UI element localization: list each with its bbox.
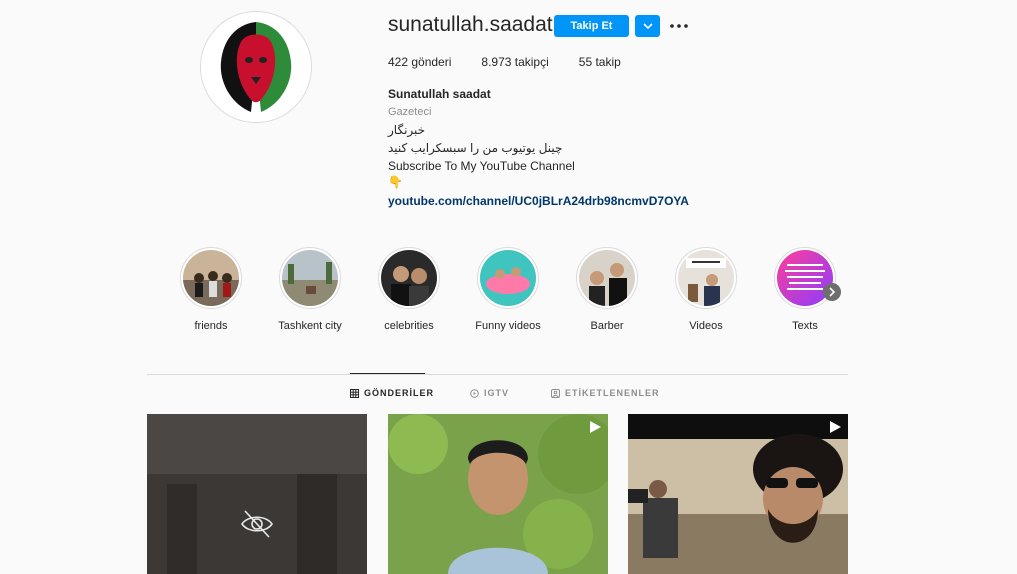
highlight-label: Tashkent city xyxy=(278,320,342,332)
profile-link[interactable]: youtube.com/channel/UC0jBLrA24drb98ncmvD… xyxy=(388,194,689,208)
profile-category: Gazeteci xyxy=(388,106,432,118)
tab-posts[interactable]: GÖNDERİLER xyxy=(350,388,434,398)
posts-count: 422 gönderi xyxy=(388,55,452,69)
highlights-next-button[interactable] xyxy=(823,283,841,301)
post-thumbnail xyxy=(388,414,608,574)
tagged-person-icon xyxy=(551,388,560,398)
highlight-label: Funny videos xyxy=(475,320,541,332)
bio-line-1: خبرنگار xyxy=(388,123,426,137)
grid-icon xyxy=(350,388,359,398)
profile-full-name: Sunatullah saadat xyxy=(388,87,491,101)
more-dots-icon xyxy=(670,24,688,28)
highlight-thumbnail xyxy=(282,250,338,306)
bio-line-2: چینل یوتیوب من را سبسکرایب کنید xyxy=(388,141,563,155)
highlight-label: Texts xyxy=(792,320,818,332)
highlight-label: Videos xyxy=(689,320,723,332)
post-thumbnail xyxy=(628,414,848,574)
tabs-divider xyxy=(147,374,848,375)
highlight-thumbnail xyxy=(381,250,437,306)
highlight-barber[interactable]: Barber xyxy=(562,247,652,332)
highlight-thumbnail xyxy=(480,250,536,306)
bio-line-4: 👇 xyxy=(388,175,403,189)
play-icon xyxy=(830,421,841,433)
tab-tagged-label: ETİKETLENENLER xyxy=(565,388,660,398)
follow-button[interactable]: Takip Et xyxy=(554,15,629,37)
highlight-friends[interactable]: friends xyxy=(166,247,256,332)
lion-flag-avatar-icon xyxy=(201,12,311,122)
chevron-down-icon xyxy=(642,22,653,29)
igtv-icon xyxy=(470,388,479,398)
highlight-celebrities[interactable]: celebrities xyxy=(364,247,454,332)
post-tile-video[interactable] xyxy=(388,414,608,574)
profile-stats: 422 gönderi 8.973 takipçi 55 takip xyxy=(388,55,621,69)
following-count[interactable]: 55 takip xyxy=(579,55,621,69)
highlight-thumbnail xyxy=(579,250,635,306)
followers-count[interactable]: 8.973 takipçi xyxy=(481,55,548,69)
highlight-thumbnail xyxy=(183,250,239,306)
play-icon xyxy=(590,421,601,433)
more-options-button[interactable] xyxy=(668,15,690,37)
tab-igtv-label: IGTV xyxy=(484,388,510,398)
chevron-right-icon xyxy=(829,287,836,297)
highlight-funny-videos[interactable]: Funny videos xyxy=(463,247,553,332)
tab-tagged[interactable]: ETİKETLENENLER xyxy=(551,388,660,398)
post-tile-video[interactable] xyxy=(628,414,848,574)
profile-avatar[interactable] xyxy=(200,11,312,123)
highlight-label: celebrities xyxy=(384,320,434,332)
profile-username: sunatullah.saadat xyxy=(388,13,553,36)
suggested-dropdown-button[interactable] xyxy=(635,15,660,37)
highlight-label: Barber xyxy=(590,320,624,332)
post-tile-hidden[interactable] xyxy=(147,414,367,574)
post-thumbnail xyxy=(147,414,367,574)
highlight-tashkent-city[interactable]: Tashkent city xyxy=(265,247,355,332)
eye-slash-icon xyxy=(241,510,273,538)
tab-posts-label: GÖNDERİLER xyxy=(364,388,435,398)
highlight-label: friends xyxy=(194,320,228,332)
highlight-videos[interactable]: Videos xyxy=(661,247,751,332)
tab-igtv[interactable]: IGTV xyxy=(470,388,509,398)
active-tab-indicator xyxy=(350,373,425,374)
bio-line-3: Subscribe To My YouTube Channel xyxy=(388,159,575,173)
highlight-thumbnail xyxy=(678,250,734,306)
